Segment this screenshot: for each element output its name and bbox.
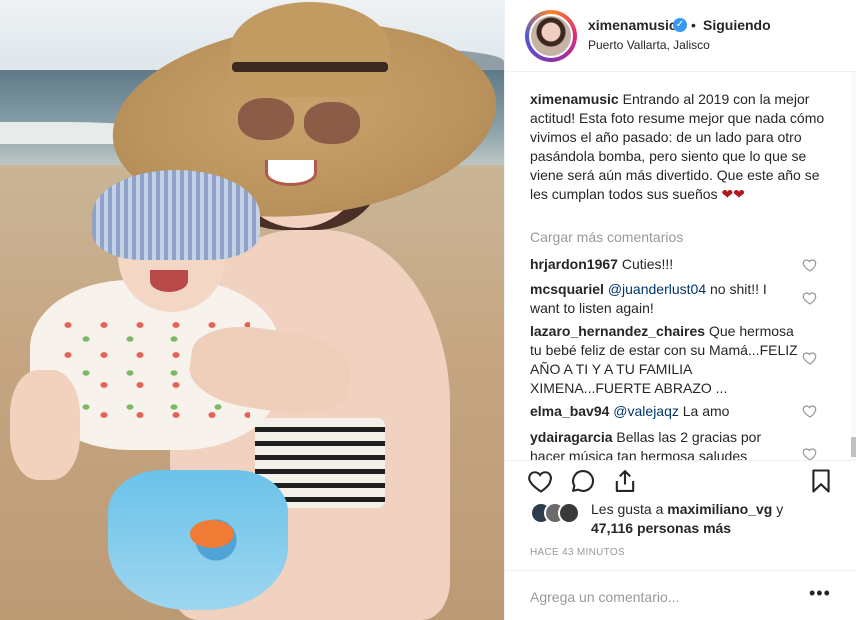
like-comment-heart-icon[interactable] bbox=[802, 350, 818, 366]
comment-text: La amo bbox=[682, 403, 730, 419]
likes-count-link[interactable]: 47,116 personas más bbox=[591, 520, 731, 536]
add-comment-bar: ••• bbox=[505, 570, 856, 620]
photo-hat-crown bbox=[230, 2, 390, 97]
comment-item: lazaro_hernandez_chaires Que hermosa tu … bbox=[530, 322, 800, 398]
post-actions-bar bbox=[505, 460, 856, 500]
photo-baby-smile bbox=[150, 270, 188, 292]
like-comment-heart-icon[interactable] bbox=[802, 257, 818, 273]
post-photo[interactable] bbox=[0, 0, 504, 620]
photo-sunglasses-left bbox=[238, 98, 294, 140]
follow-status-button[interactable]: Siguiendo bbox=[703, 17, 771, 33]
post-username[interactable]: ximenamusic bbox=[588, 17, 677, 33]
likes-line-1: Les gusta a maximiliano_vg y bbox=[591, 501, 783, 517]
comment-item: hrjardon1967 Cuties!!! bbox=[530, 255, 800, 274]
like-comment-heart-icon[interactable] bbox=[802, 290, 818, 306]
comment-username[interactable]: lazaro_hernandez_chaires bbox=[530, 323, 705, 339]
likers-avatars[interactable] bbox=[530, 502, 586, 524]
comment-mention[interactable]: @juanderlust04 bbox=[608, 281, 706, 297]
like-heart-icon[interactable] bbox=[527, 467, 555, 495]
header-separator: • bbox=[691, 17, 696, 33]
comments-scrollbar-thumb[interactable] bbox=[851, 437, 856, 457]
comments-list[interactable]: ximenamusic Entrando al 2019 con la mejo… bbox=[505, 72, 856, 460]
comment-item: elma_bav94 @valejaqz La amo bbox=[530, 402, 800, 421]
caption-heart-emoji: ❤❤ bbox=[721, 186, 745, 202]
photo-baby-arm bbox=[10, 370, 80, 480]
caption-username[interactable]: ximenamusic bbox=[530, 91, 619, 107]
verified-badge-icon: ✓ bbox=[673, 18, 687, 32]
post-side-panel: ximenamusic ✓ • Siguiendo Puerto Vallart… bbox=[504, 0, 856, 620]
comment-username[interactable]: hrjardon1967 bbox=[530, 256, 618, 272]
save-bookmark-icon[interactable] bbox=[807, 467, 835, 495]
likes-summary: Les gusta a maximiliano_vg y 47,116 pers… bbox=[505, 498, 856, 542]
photo-hat-band bbox=[232, 62, 388, 72]
likes-conj: y bbox=[776, 501, 784, 517]
comment-username[interactable]: elma_bav94 bbox=[530, 403, 609, 419]
comment-username[interactable]: ydairagarcia bbox=[530, 429, 613, 445]
photo-sunglasses-right bbox=[304, 102, 360, 144]
photo-baby-hat bbox=[92, 170, 260, 260]
comment-mention[interactable]: @valejaqz bbox=[613, 403, 679, 419]
likes-line-2: 47,116 personas más bbox=[591, 520, 731, 536]
load-more-comments-button[interactable]: Cargar más comentarios bbox=[530, 229, 683, 245]
avatar[interactable] bbox=[529, 14, 573, 58]
like-comment-heart-icon[interactable] bbox=[802, 446, 818, 460]
add-comment-input[interactable] bbox=[530, 587, 790, 607]
photo-smile bbox=[265, 160, 317, 186]
liker-avatar[interactable] bbox=[558, 502, 580, 524]
comment-item: mcsquariel @juanderlust04 no shit!! I wa… bbox=[530, 280, 800, 318]
like-comment-heart-icon[interactable] bbox=[802, 403, 818, 419]
likes-user-link[interactable]: maximiliano_vg bbox=[667, 501, 772, 517]
post-header: ximenamusic ✓ • Siguiendo Puerto Vallart… bbox=[505, 0, 856, 72]
comment-text: Cuties!!! bbox=[621, 256, 674, 272]
more-options-icon[interactable]: ••• bbox=[809, 583, 831, 604]
caption-text: Entrando al 2019 con la mejor actitud! E… bbox=[530, 91, 825, 202]
photo-diaper-fish bbox=[190, 520, 234, 548]
comment-username[interactable]: mcsquariel bbox=[530, 281, 604, 297]
comment-bubble-icon[interactable] bbox=[569, 467, 597, 495]
likes-prefix: Les gusta a bbox=[591, 501, 664, 517]
comments-scrollbar[interactable] bbox=[851, 72, 856, 460]
share-upload-icon[interactable] bbox=[611, 467, 639, 495]
post-caption: ximenamusic Entrando al 2019 con la mejo… bbox=[530, 90, 830, 204]
post-location[interactable]: Puerto Vallarta, Jalisco bbox=[588, 38, 710, 52]
post-timestamp[interactable]: Hace 43 minutos bbox=[530, 547, 625, 558]
comment-item: ydairagarcia Bellas las 2 gracias por ha… bbox=[530, 428, 800, 460]
